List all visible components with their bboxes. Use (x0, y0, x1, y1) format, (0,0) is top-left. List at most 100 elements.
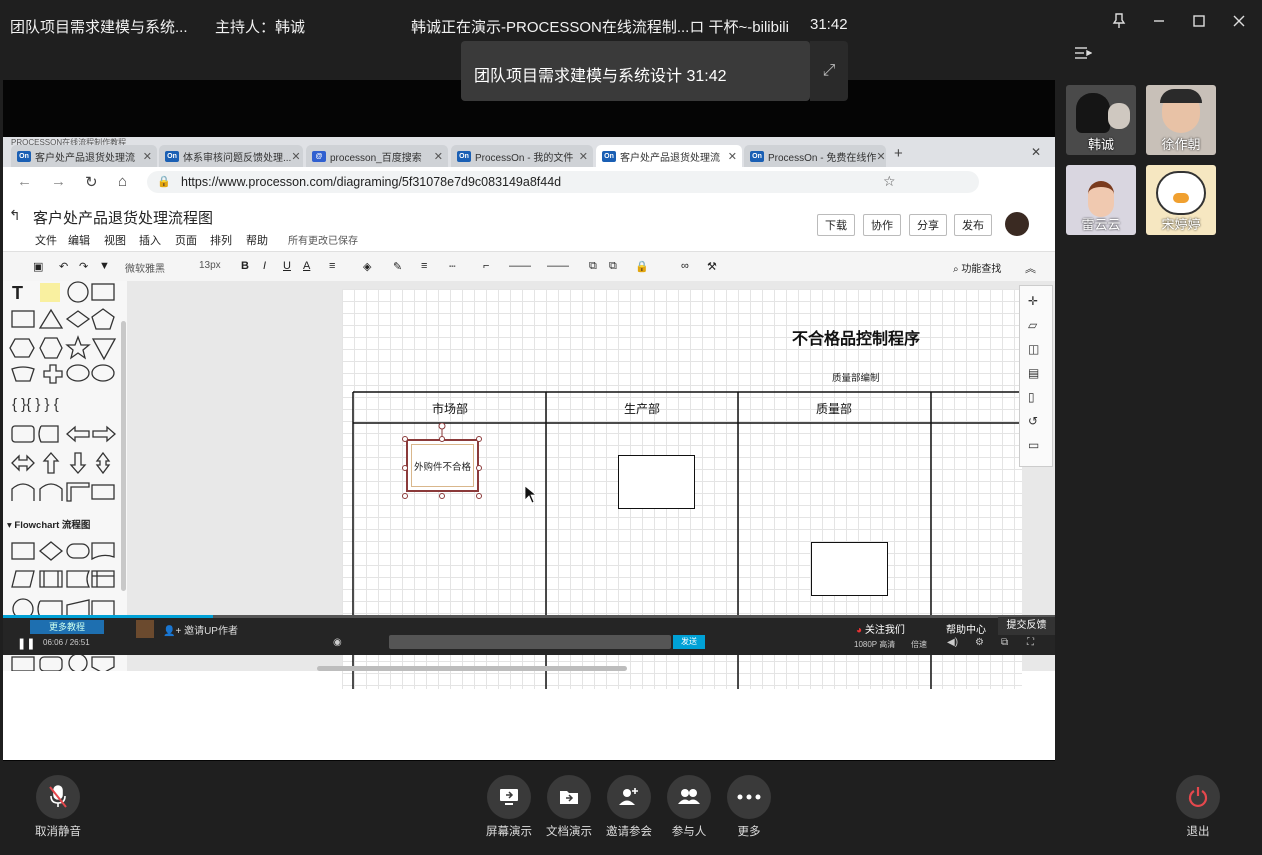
participant-tile-xuzuochao[interactable]: 徐作朝 (1146, 85, 1216, 155)
forward-icon[interactable]: → (51, 173, 66, 190)
close-tab-icon[interactable]: ✕ (434, 150, 443, 163)
close-tab-icon[interactable]: ✕ (728, 150, 737, 163)
line-style-icon[interactable]: ┄ (449, 260, 456, 273)
line-width-icon[interactable]: ≡ (421, 260, 427, 272)
line-color-icon[interactable]: ✎ (393, 260, 402, 273)
history-icon[interactable]: ↺ (1028, 414, 1042, 428)
share-button[interactable]: 分享 (909, 214, 947, 236)
window-close-icon[interactable]: ✕ (1031, 145, 1041, 159)
underline-icon[interactable]: U (283, 260, 291, 272)
style-icon[interactable]: ▱ (1028, 318, 1042, 332)
pin-icon[interactable] (1106, 10, 1132, 32)
bring-front-icon[interactable]: ⧉ (589, 260, 597, 273)
close-tab-icon[interactable]: ✕ (143, 150, 152, 163)
shape-icon[interactable]: ◫ (1028, 342, 1042, 356)
connector-icon[interactable]: ⌐ (483, 260, 489, 272)
brush-icon[interactable]: ▼ (99, 260, 110, 272)
menu-help[interactable]: 帮助 (246, 232, 268, 248)
process-box-production[interactable] (618, 455, 695, 509)
close-tab-icon[interactable]: ✕ (876, 150, 885, 163)
participants-button[interactable] (667, 775, 711, 819)
browser-tab[interactable]: On ProcessOn - 我的文件 ✕ (451, 145, 593, 167)
collaborate-button[interactable]: 协作 (863, 214, 901, 236)
minimize-icon[interactable] (1146, 10, 1172, 32)
follow-us-link[interactable]: ◕ 关注我们 (856, 621, 905, 636)
pip-icon[interactable]: ⧉ (1001, 637, 1008, 648)
participant-tile-hancheng[interactable]: 韩诚 (1066, 85, 1136, 155)
publish-button[interactable]: 发布 (954, 214, 992, 236)
quality-select[interactable]: 1080P 高清 (854, 639, 895, 650)
undo-icon[interactable]: ↶ (59, 260, 68, 273)
invite-uploader[interactable]: 👤+ 邀请UP作者 (163, 622, 238, 637)
browser-tab[interactable]: On ProcessOn - 免费在线作 ✕ (744, 145, 886, 167)
panel-scrollbar[interactable] (121, 321, 126, 591)
close-tab-icon[interactable]: ✕ (291, 150, 300, 163)
video-progress-track[interactable] (3, 615, 1055, 618)
font-color-icon[interactable]: A (303, 260, 310, 272)
browser-tab[interactable]: On 体系审核问题反馈处理... ✕ (159, 145, 303, 167)
magic-icon[interactable]: ⚒ (707, 260, 717, 273)
redo-icon[interactable]: ↷ (79, 260, 88, 273)
close-tab-icon[interactable]: ✕ (579, 150, 588, 163)
selection-handles[interactable] (398, 423, 488, 503)
font-select[interactable]: 微软雅黑 (125, 260, 165, 275)
process-box-quality[interactable] (811, 542, 888, 596)
maximize-icon[interactable] (1186, 10, 1212, 32)
home-icon[interactable]: ⌂ (118, 173, 127, 190)
menu-page[interactable]: 页面 (175, 232, 197, 248)
back-icon[interactable]: ← (17, 173, 32, 190)
page-icon[interactable]: ▤ (1028, 366, 1042, 380)
screen-share-button[interactable] (487, 775, 531, 819)
lane-header-production[interactable]: 生产部 (624, 400, 660, 417)
format-painter-icon[interactable]: ▣ (33, 260, 43, 273)
leave-button[interactable] (1176, 775, 1220, 819)
lane-header-marketing[interactable]: 市场部 (432, 400, 468, 417)
danmaku-toggle-icon[interactable]: ◉ (333, 637, 342, 648)
browser-tab[interactable]: On 客户处产品退货处理流 ✕ (11, 145, 157, 167)
menu-view[interactable]: 视图 (104, 232, 126, 248)
reload-icon[interactable]: ↻ (85, 173, 98, 191)
menu-insert[interactable]: 插入 (139, 232, 161, 248)
uploader-avatar[interactable] (136, 620, 154, 638)
help-center-link[interactable]: 帮助中心 (946, 621, 986, 636)
user-avatar[interactable] (1005, 212, 1029, 236)
browser-tab-active[interactable]: On 客户处产品退货处理流 ✕ (596, 145, 742, 167)
invite-button[interactable] (607, 775, 651, 819)
expand-icon[interactable]: ⤢ (810, 41, 848, 101)
document-title[interactable]: 客户处产品退货处理流程图 (33, 207, 213, 228)
pause-icon[interactable]: ❚❚ (17, 637, 35, 650)
danmaku-input[interactable] (389, 635, 671, 649)
send-danmaku-button[interactable]: 发送 (673, 635, 705, 649)
comment-icon[interactable]: ▭ (1028, 438, 1042, 452)
menu-file[interactable]: 文件 (35, 232, 57, 248)
participant-tile-songtingting[interactable]: 宋婷婷 (1146, 165, 1216, 235)
link-icon[interactable]: ∞ (681, 260, 689, 272)
canvas-scrollbar[interactable] (317, 666, 627, 671)
new-tab-icon[interactable]: + (894, 145, 903, 162)
lock-shape-icon[interactable]: 🔒 (635, 260, 649, 273)
volume-icon[interactable]: ◀) (947, 637, 958, 648)
menu-arrange[interactable]: 排列 (210, 232, 232, 248)
italic-icon[interactable]: I (263, 260, 266, 272)
bold-icon[interactable]: B (241, 260, 249, 272)
fullscreen-icon[interactable]: ⛶ (1027, 637, 1034, 648)
collapse-icon[interactable]: ︽ (1025, 260, 1036, 276)
function-search[interactable]: ⌕ 功能查找 (953, 260, 1001, 275)
settings-icon[interactable]: ⚙ (975, 637, 984, 648)
fill-icon[interactable]: ◈ (363, 260, 371, 273)
menu-edit[interactable]: 编辑 (68, 232, 90, 248)
lane-header-quality[interactable]: 质量部 (816, 400, 852, 417)
url-input[interactable]: 🔒 https://www.processon.com/diagraming/5… (147, 171, 979, 193)
speed-select[interactable]: 倍速 (911, 639, 927, 650)
participant-tile-leiyunyun[interactable]: 雷云云 (1066, 165, 1136, 235)
align-icon[interactable]: ≡ (329, 260, 335, 272)
unmute-button[interactable] (36, 775, 80, 819)
close-icon[interactable] (1226, 10, 1252, 32)
file-icon[interactable]: ▯ (1028, 390, 1042, 404)
navigator-icon[interactable]: ✛ (1028, 294, 1042, 308)
back-to-files-icon[interactable]: ↰ (9, 207, 21, 224)
end-arrow-icon[interactable]: —— (547, 260, 569, 272)
flowchart-section-header[interactable]: ▾ Flowchart 流程图 (7, 517, 90, 531)
font-size-select[interactable]: 13px (199, 260, 221, 271)
more-button[interactable] (727, 775, 771, 819)
